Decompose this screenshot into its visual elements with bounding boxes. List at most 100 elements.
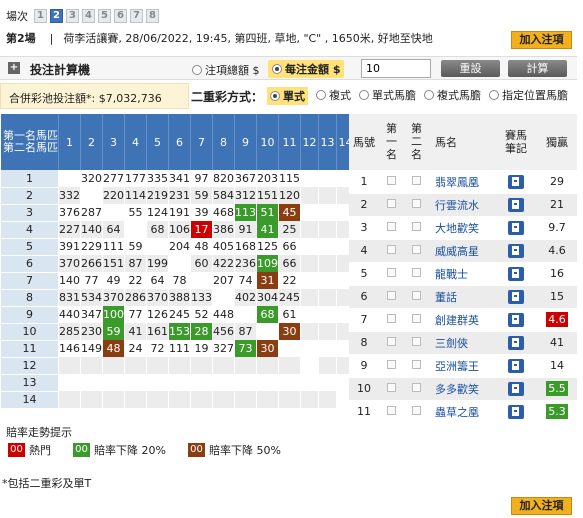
first-checkbox[interactable] (387, 199, 396, 208)
odds-cell[interactable]: 113 (234, 204, 257, 221)
odds-cell[interactable]: 534 (80, 289, 103, 306)
race-button-4[interactable]: 4 (82, 9, 95, 23)
horse-name-link[interactable]: 亞洲籌王 (429, 354, 495, 378)
horse-name-link[interactable]: 三劍俠 (429, 331, 495, 355)
note-icon[interactable] (508, 404, 524, 419)
note-icon[interactable] (508, 220, 524, 235)
second-checkbox[interactable] (412, 245, 421, 254)
radio-icon[interactable] (489, 90, 500, 100)
odds-cell[interactable]: 133 (190, 289, 213, 306)
second-checkbox[interactable] (412, 268, 421, 277)
odds-cell[interactable]: 332 (58, 187, 81, 204)
odds-cell[interactable]: 161 (146, 323, 169, 340)
odds-cell[interactable]: 405 (212, 238, 235, 255)
odds-cell[interactable]: 227 (58, 221, 81, 238)
odds-cell[interactable]: 64 (102, 221, 125, 238)
odds-cell[interactable]: 422 (212, 255, 235, 272)
odds-cell[interactable]: 114 (124, 187, 147, 204)
odds-cell[interactable]: 55 (124, 204, 147, 221)
race-button-6[interactable]: 6 (114, 9, 127, 23)
odds-cell[interactable]: 48 (190, 238, 213, 255)
race-button-2[interactable]: 2 (50, 9, 63, 23)
odds-cell[interactable]: 74 (234, 272, 257, 289)
first-checkbox[interactable] (387, 291, 396, 300)
odds-cell[interactable]: 120 (278, 187, 301, 204)
second-checkbox[interactable] (412, 314, 421, 323)
odds-cell[interactable]: 87 (124, 255, 147, 272)
odds-cell[interactable]: 347 (80, 306, 103, 323)
odds-cell[interactable]: 59 (190, 187, 213, 204)
odds-cell[interactable]: 17 (190, 221, 213, 238)
horse-name-link[interactable]: 大地歡笑 (429, 216, 495, 240)
odds-cell[interactable]: 448 (212, 306, 235, 323)
odds-cell[interactable]: 59 (124, 238, 147, 255)
odds-cell[interactable]: 72 (146, 340, 169, 357)
second-checkbox[interactable] (412, 337, 421, 346)
first-checkbox[interactable] (387, 383, 396, 392)
note-icon[interactable] (508, 174, 524, 189)
horse-name-link[interactable]: 蟲草之凰 (429, 400, 495, 424)
odds-cell[interactable]: 28 (190, 323, 213, 340)
race-button-3[interactable]: 3 (66, 9, 79, 23)
odds-cell[interactable]: 125 (256, 238, 279, 255)
note-icon[interactable] (508, 266, 524, 281)
odds-cell[interactable]: 45 (278, 204, 301, 221)
odds-cell[interactable]: 266 (80, 255, 103, 272)
option-total-amount[interactable]: 注項總額 $ (192, 62, 260, 78)
odds-cell[interactable]: 73 (234, 340, 257, 357)
odds-cell[interactable]: 124 (146, 204, 169, 221)
option-unit-amount[interactable]: 每注金額 $ (268, 60, 345, 78)
second-checkbox[interactable] (412, 222, 421, 231)
odds-cell[interactable]: 97 (190, 170, 213, 187)
horse-name-link[interactable]: 威威高星 (429, 239, 495, 263)
odds-cell[interactable]: 151 (102, 255, 125, 272)
odds-cell[interactable]: 370 (102, 289, 125, 306)
odds-cell[interactable]: 19 (190, 340, 213, 357)
odds-cell[interactable]: 30 (278, 323, 301, 340)
odds-cell[interactable]: 245 (168, 306, 191, 323)
add-to-slip-button-bottom[interactable]: 加入注項 (511, 497, 572, 515)
odds-cell[interactable]: 25 (278, 221, 301, 238)
odds-cell[interactable]: 831 (58, 289, 81, 306)
first-checkbox[interactable] (387, 268, 396, 277)
odds-cell[interactable]: 87 (234, 323, 257, 340)
odds-cell[interactable]: 335 (146, 170, 169, 187)
bet-type-option-1[interactable]: 複式 (316, 87, 351, 105)
second-checkbox[interactable] (412, 360, 421, 369)
odds-cell[interactable]: 126 (146, 306, 169, 323)
bet-type-option-3[interactable]: 複式馬膽 (424, 87, 481, 105)
odds-cell[interactable]: 61 (278, 306, 301, 323)
odds-cell[interactable]: 52 (190, 306, 213, 323)
odds-cell[interactable]: 39 (190, 204, 213, 221)
odds-cell[interactable]: 68 (146, 221, 169, 238)
note-icon[interactable] (508, 381, 524, 396)
odds-cell[interactable]: 367 (234, 170, 257, 187)
radio-selected-icon[interactable] (272, 64, 282, 74)
first-checkbox[interactable] (387, 360, 396, 369)
radio-icon[interactable] (424, 90, 435, 100)
bet-type-option-4[interactable]: 指定位置馬膽 (489, 87, 568, 105)
odds-cell[interactable]: 468 (212, 204, 235, 221)
odds-cell[interactable]: 286 (124, 289, 147, 306)
odds-cell[interactable]: 376 (58, 204, 81, 221)
odds-cell[interactable]: 111 (168, 340, 191, 357)
odds-cell[interactable]: 59 (102, 323, 125, 340)
odds-cell[interactable]: 245 (278, 289, 301, 306)
first-checkbox[interactable] (387, 337, 396, 346)
second-checkbox[interactable] (412, 383, 421, 392)
reset-button[interactable]: 重設 (441, 60, 500, 77)
odds-cell[interactable]: 22 (278, 272, 301, 289)
odds-cell[interactable]: 229 (80, 238, 103, 255)
radio-icon[interactable] (359, 90, 370, 100)
note-icon[interactable] (508, 289, 524, 304)
odds-cell[interactable]: 49 (102, 272, 125, 289)
horse-name-link[interactable]: 董話 (429, 285, 495, 309)
odds-cell[interactable]: 24 (124, 340, 147, 357)
note-icon[interactable] (508, 335, 524, 350)
odds-cell[interactable]: 584 (212, 187, 235, 204)
first-checkbox[interactable] (387, 245, 396, 254)
odds-cell[interactable]: 77 (80, 272, 103, 289)
odds-cell[interactable]: 100 (102, 306, 125, 323)
odds-cell[interactable]: 230 (80, 323, 103, 340)
odds-cell[interactable]: 140 (58, 272, 81, 289)
